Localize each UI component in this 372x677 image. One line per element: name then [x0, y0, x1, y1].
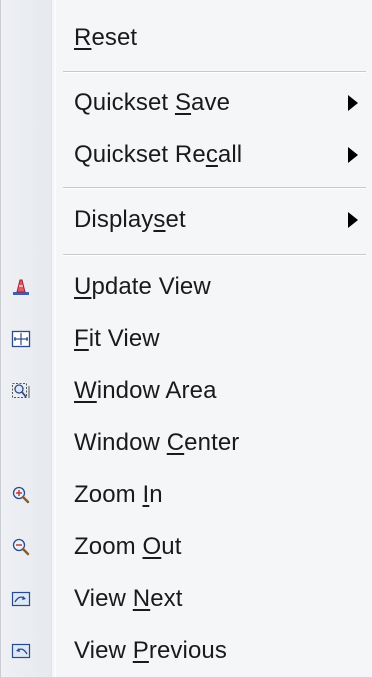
menu-item-view-next[interactable]: View Next [1, 573, 372, 625]
menu-item-zoom-in[interactable]: Zoom In [1, 469, 372, 521]
menu-item-label: Displayset [74, 206, 186, 233]
update-view-icon [13, 279, 29, 295]
submenu-arrow-icon [348, 95, 358, 111]
fit-view-icon [11, 330, 31, 348]
menu-item-label: View Next [74, 585, 183, 612]
menu-item-reset[interactable]: Reset [1, 12, 372, 64]
menu-item-window-center[interactable]: Window Center [1, 417, 372, 469]
menu-item-label: Zoom Out [74, 533, 182, 560]
menu-separator [63, 254, 366, 255]
view-next-icon [11, 591, 31, 607]
menu-item-fit-view[interactable]: Fit View [1, 313, 372, 365]
menu-item-label: Window Center [74, 429, 240, 456]
menu-item-zoom-out[interactable]: Zoom Out [1, 521, 372, 573]
context-menu: Reset Quickset Save Quickset Recall Disp… [0, 0, 372, 677]
menu-separator [63, 71, 366, 72]
submenu-arrow-icon [348, 147, 358, 163]
menu-item-label: Window Area [74, 377, 217, 404]
menu-item-displayset[interactable]: Displayset [1, 194, 372, 246]
zoom-in-icon [12, 486, 30, 504]
menu-item-label: View Previous [74, 637, 227, 664]
menu-item-label: Zoom In [74, 481, 163, 508]
submenu-arrow-icon [348, 212, 358, 228]
menu-item-quickset-recall[interactable]: Quickset Recall [1, 129, 372, 181]
window-area-icon [12, 383, 30, 398]
menu-item-label: Quickset Save [74, 89, 231, 116]
menu-item-update-view[interactable]: Update View [1, 261, 372, 313]
menu-item-view-previous[interactable]: View Previous [1, 625, 372, 677]
zoom-out-icon [12, 538, 30, 556]
menu-item-label: Quickset Recall [74, 141, 243, 168]
view-previous-icon [11, 643, 31, 659]
menu-separator [63, 187, 366, 188]
menu-item-label: Reset [74, 24, 138, 51]
menu-item-label: Fit View [74, 325, 160, 352]
menu-item-label: Update View [74, 273, 211, 300]
menu-item-quickset-save[interactable]: Quickset Save [1, 77, 372, 129]
menu-item-window-area[interactable]: Window Area [1, 365, 372, 417]
